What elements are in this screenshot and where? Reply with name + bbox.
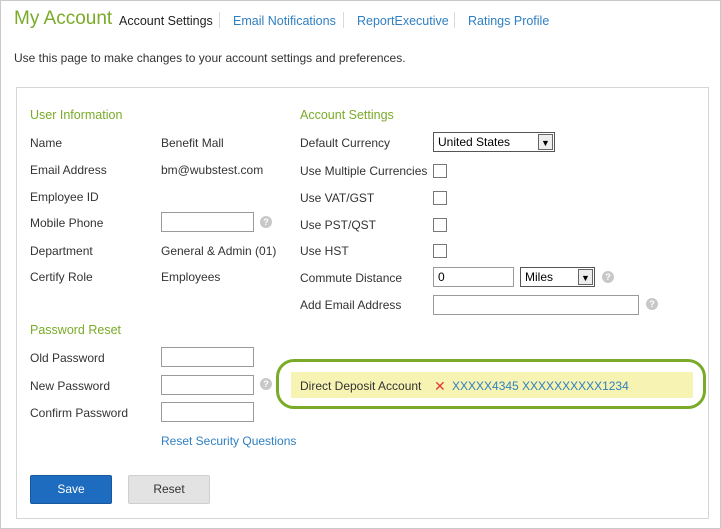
commute-unit-value: Miles xyxy=(525,270,554,284)
page-title: My Account xyxy=(14,8,113,29)
department-value: General & Admin (01) xyxy=(161,244,277,258)
confirm-password-input[interactable] xyxy=(161,402,254,422)
pst-qst-label: Use PST/QST xyxy=(300,218,377,232)
multiple-currencies-label: Use Multiple Currencies xyxy=(300,164,428,178)
hst-label: Use HST xyxy=(300,244,349,258)
user-info-heading: User Information xyxy=(30,108,123,122)
certify-role-label: Certify Role xyxy=(30,270,93,284)
close-icon[interactable]: ✕ xyxy=(434,379,446,393)
default-currency-value: United States Dollars xyxy=(438,135,511,149)
email-value: bm@wubstest.com xyxy=(161,163,264,177)
help-icon[interactable]: ? xyxy=(260,378,272,390)
tab-ratings-profile[interactable]: Ratings Profile xyxy=(468,14,549,28)
help-icon[interactable]: ? xyxy=(260,216,272,228)
commute-distance-label: Commute Distance xyxy=(300,271,403,285)
save-button[interactable]: Save xyxy=(30,475,112,504)
employee-id-label: Employee ID xyxy=(30,190,99,204)
name-label: Name xyxy=(30,136,63,150)
reset-button[interactable]: Reset xyxy=(128,475,210,504)
pst-qst-checkbox[interactable] xyxy=(433,218,447,232)
add-email-label: Add Email Address xyxy=(300,298,402,312)
certify-role-value: Employees xyxy=(161,270,221,284)
page-intro: Use this page to make changes to your ac… xyxy=(14,51,406,65)
default-currency-label: Default Currency xyxy=(300,136,391,150)
vat-gst-checkbox[interactable] xyxy=(433,191,447,205)
name-value: Benefit Mall xyxy=(161,136,224,150)
reset-security-questions-link[interactable]: Reset Security Questions xyxy=(161,434,296,448)
hst-checkbox[interactable] xyxy=(433,244,447,258)
department-label: Department xyxy=(30,244,93,258)
password-reset-heading: Password Reset xyxy=(30,323,122,337)
new-password-label: New Password xyxy=(30,379,111,393)
add-email-input[interactable] xyxy=(433,295,639,315)
email-label: Email Address xyxy=(30,163,107,177)
chevron-down-icon: ▼ xyxy=(578,269,593,285)
mobile-phone-label: Mobile Phone xyxy=(30,216,104,230)
multiple-currencies-checkbox[interactable] xyxy=(433,164,447,178)
old-password-label: Old Password xyxy=(30,351,105,365)
help-icon[interactable]: ? xyxy=(602,271,614,283)
confirm-password-label: Confirm Password xyxy=(30,406,129,420)
tab-report-executive[interactable]: ReportExecutive xyxy=(357,14,449,28)
tab-divider xyxy=(219,12,220,28)
tab-email-notifications[interactable]: Email Notifications xyxy=(233,14,336,28)
tab-account-settings[interactable]: Account Settings xyxy=(119,14,213,28)
direct-deposit-label: Direct Deposit Account xyxy=(300,379,422,393)
default-currency-select[interactable]: United States Dollars ▼ xyxy=(433,132,555,152)
commute-distance-input[interactable]: 0 xyxy=(433,267,514,287)
mobile-phone-input[interactable] xyxy=(161,212,254,232)
vat-gst-label: Use VAT/GST xyxy=(300,191,375,205)
old-password-input[interactable] xyxy=(161,347,254,367)
tab-divider xyxy=(343,12,344,28)
new-password-input[interactable] xyxy=(161,375,254,395)
help-icon[interactable]: ? xyxy=(646,298,658,310)
direct-deposit-value[interactable]: XXXXX4345 XXXXXXXXXX1234 xyxy=(452,379,629,393)
chevron-down-icon: ▼ xyxy=(538,134,553,150)
commute-unit-select[interactable]: Miles ▼ xyxy=(520,267,595,287)
account-settings-heading: Account Settings xyxy=(300,108,394,122)
tab-divider xyxy=(454,12,455,28)
